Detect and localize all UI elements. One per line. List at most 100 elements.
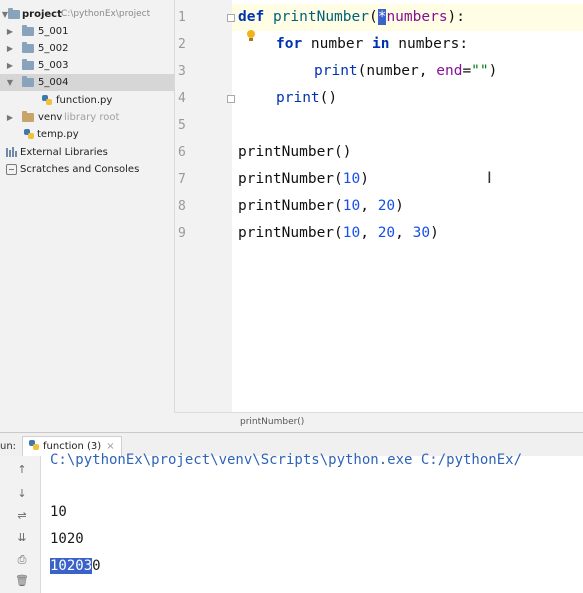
- selected-output-text[interactable]: 10203: [50, 558, 93, 574]
- print-icon[interactable]: ⎙: [14, 552, 30, 568]
- tree-item-label: temp.py: [37, 129, 79, 140]
- down-arrow-icon[interactable]: ↓: [14, 486, 30, 502]
- line-number: 3: [178, 64, 186, 79]
- string-literal: "": [471, 63, 489, 79]
- function-call: printNumber: [238, 144, 335, 160]
- keyword-in: in: [372, 36, 390, 52]
- console-output[interactable]: [41, 456, 583, 593]
- number-literal: 20: [377, 198, 396, 214]
- paren: ): [430, 225, 439, 241]
- library-folder-icon: [22, 111, 34, 122]
- trash-icon[interactable]: 🗑: [14, 573, 30, 589]
- mouse-ibeam-cursor-icon: I: [487, 168, 492, 187]
- tree-item-5-003[interactable]: ▶ 5_003: [0, 57, 174, 74]
- project-path: C:\pythonEx\project: [61, 9, 151, 19]
- folder-icon: [22, 25, 34, 36]
- tree-item-5-001[interactable]: ▶ 5_001: [0, 23, 174, 40]
- tree-item-label: 5_001: [38, 26, 69, 37]
- function-call: printNumber: [238, 225, 335, 241]
- iterable: numbers:: [389, 36, 469, 52]
- python-file-icon: [42, 95, 52, 105]
- function-name: printNumber: [272, 9, 369, 25]
- paren: ): [360, 171, 369, 187]
- tree-item-scratches[interactable]: Scratches and Consoles: [0, 161, 174, 178]
- up-arrow-icon[interactable]: ↑: [14, 462, 30, 478]
- paren: (: [334, 171, 343, 187]
- code-line-4: print(): [276, 85, 337, 112]
- chevron-right-icon[interactable]: ▶: [5, 40, 15, 57]
- code-line-7: printNumber(10): [238, 166, 369, 193]
- parameter-name: numbers: [386, 9, 448, 25]
- python-file-icon: [29, 440, 39, 450]
- breadcrumb[interactable]: printNumber(): [240, 417, 304, 427]
- run-label: un:: [0, 441, 17, 452]
- chevron-right-icon[interactable]: ▶: [5, 57, 15, 74]
- folder-icon: [22, 59, 34, 70]
- output-text: 0: [92, 558, 101, 574]
- equals: =: [462, 63, 472, 79]
- tree-item-label: function.py: [56, 95, 113, 106]
- paren: ): [488, 63, 498, 79]
- number-literal: 10: [342, 171, 361, 187]
- number-literal: 20: [377, 225, 396, 241]
- variable: number: [302, 36, 373, 52]
- line-number: 5: [178, 118, 186, 133]
- tree-item-external-libraries[interactable]: External Libraries: [0, 144, 174, 161]
- code-line-8: printNumber(10, 20): [238, 193, 404, 220]
- line-number: 6: [178, 145, 186, 160]
- tree-item-label: External Libraries: [20, 147, 108, 158]
- console-command-line: C:\pythonEx\project\venv\Scripts\python.…: [50, 452, 523, 468]
- tree-item-label: 5_002: [38, 43, 69, 54]
- line-number: 7: [178, 172, 186, 187]
- line-number: 2: [178, 37, 186, 52]
- function-call: printNumber: [238, 171, 335, 187]
- tree-item-label: 5_003: [38, 60, 69, 71]
- code-line-3: print(number, end=""): [314, 58, 497, 85]
- paren: (: [334, 198, 343, 214]
- paren: (): [334, 144, 352, 160]
- folder-icon: [22, 76, 34, 87]
- tree-item-venv[interactable]: ▶ venv library root: [0, 109, 174, 126]
- scroll-to-end-icon[interactable]: ⇊: [14, 530, 30, 546]
- console-output-line: 10: [50, 504, 67, 520]
- lightbulb-icon[interactable]: [247, 30, 255, 41]
- folder-icon: [22, 42, 34, 53]
- soft-wrap-icon[interactable]: ⇌: [14, 508, 30, 524]
- line-number: 9: [178, 226, 186, 241]
- line-number: 4: [178, 91, 186, 106]
- line-number: 8: [178, 199, 186, 214]
- chevron-right-icon[interactable]: ▶: [5, 23, 15, 40]
- project-name: project: [22, 9, 62, 20]
- chevron-right-icon[interactable]: ▶: [5, 109, 15, 126]
- tree-item-label: Scratches and Consoles: [20, 164, 140, 175]
- breadcrumb-bar: [174, 412, 583, 433]
- tree-item-label: 5_004: [38, 77, 69, 88]
- library-icon: [6, 147, 17, 157]
- paren: ):: [447, 9, 466, 25]
- tree-item-temp-py[interactable]: temp.py: [0, 126, 174, 143]
- scratches-icon: [6, 164, 17, 175]
- tree-item-function-py[interactable]: function.py: [0, 92, 174, 109]
- tree-item-project-root[interactable]: ▼ project C:\pythonEx\project: [0, 6, 174, 23]
- separator: ,: [360, 198, 378, 214]
- code-line-9: printNumber(10, 20, 30): [238, 220, 439, 247]
- number-literal: 30: [412, 225, 431, 241]
- separator: ,: [360, 225, 378, 241]
- keyword-for: for: [276, 36, 303, 52]
- tree-item-5-002[interactable]: ▶ 5_002: [0, 40, 174, 57]
- builtin-print: print: [276, 90, 320, 106]
- library-root-hint: library root: [64, 112, 120, 123]
- fold-marker-icon[interactable]: [227, 14, 235, 22]
- keyword-arg: end: [436, 63, 463, 79]
- fold-marker-icon[interactable]: [227, 95, 235, 103]
- console-output-line: 1020: [50, 531, 84, 547]
- python-file-icon: [24, 129, 34, 139]
- paren: (: [368, 9, 378, 25]
- tree-item-5-004[interactable]: ▼ 5_004: [0, 74, 174, 91]
- code-line-6: printNumber(): [238, 139, 352, 166]
- chevron-down-icon[interactable]: ▼: [5, 74, 15, 91]
- args: (number,: [357, 63, 437, 79]
- line-number: 1: [178, 10, 186, 25]
- separator: ,: [395, 225, 413, 241]
- function-call: printNumber: [238, 198, 335, 214]
